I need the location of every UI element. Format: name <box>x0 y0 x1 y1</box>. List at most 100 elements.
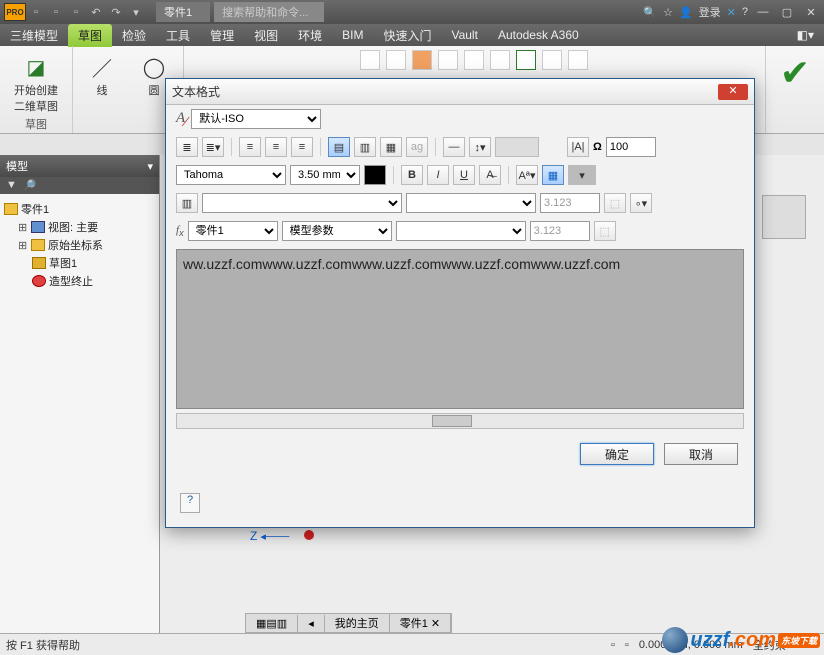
param-name-select[interactable] <box>406 193 536 213</box>
deg-button[interactable]: ∘▾ <box>630 193 652 213</box>
ok-button[interactable]: 确定 <box>580 443 654 465</box>
param-category-select[interactable] <box>202 193 402 213</box>
help-search-input[interactable]: 搜索帮助和命令... <box>214 2 324 22</box>
status-icon[interactable]: ▫ <box>625 639 629 651</box>
insert-fx-button[interactable]: ⬚ <box>594 221 616 241</box>
valign-top-button[interactable]: ▤ <box>328 137 350 157</box>
help-icon[interactable]: ? <box>742 6 748 18</box>
filter-icon[interactable]: ▼ <box>6 179 17 192</box>
tab-tools[interactable]: 工具 <box>156 24 200 47</box>
qat-undo-icon[interactable]: ↶ <box>87 3 105 21</box>
restore-button[interactable]: ▢ <box>778 6 796 19</box>
text-style-select[interactable]: 默认-ISO <box>191 109 321 129</box>
valign-bot-button[interactable]: ▦ <box>380 137 402 157</box>
tab-nav-prev[interactable]: ◂ <box>298 615 325 632</box>
model-panel-dropdown-icon[interactable]: ▾ <box>147 160 153 173</box>
tab-bim[interactable]: BIM <box>332 25 373 45</box>
dialog-titlebar[interactable]: 文本格式 ✕ <box>166 79 754 105</box>
param-type-select[interactable]: 模型参数 <box>282 221 392 241</box>
text-color-swatch[interactable] <box>364 165 386 185</box>
login-link[interactable]: 登录 <box>699 4 721 20</box>
number-list-button[interactable]: ≣▾ <box>202 137 224 157</box>
case-button[interactable]: Aª▾ <box>516 165 538 185</box>
qat-redo-icon[interactable]: ↷ <box>107 3 125 21</box>
tab-getstarted[interactable]: 快速入门 <box>373 24 441 47</box>
rotate-icon[interactable] <box>490 50 510 70</box>
tab-vault[interactable]: Vault <box>441 25 487 45</box>
star-icon[interactable]: ☆ <box>663 6 673 19</box>
close-button[interactable]: ✕ <box>802 6 820 19</box>
source-part-select[interactable]: 零件1 <box>188 221 278 241</box>
ribbon-collapse-icon[interactable]: ◧▾ <box>787 25 824 45</box>
pattern-icon[interactable] <box>568 50 588 70</box>
bg-button[interactable]: ag <box>406 137 428 157</box>
constraint-icon[interactable] <box>542 50 562 70</box>
text-content-area[interactable]: ww.uzzf.comwww.uzzf.comwww.uzzf.comwww.u… <box>176 249 744 409</box>
dimension-icon[interactable] <box>516 50 536 70</box>
tree-end[interactable]: 造型终止 <box>4 272 155 290</box>
qat-more-icon[interactable]: ▾ <box>127 3 145 21</box>
tab-sketch[interactable]: 草图 <box>68 24 112 47</box>
line-spacing-button[interactable]: — <box>443 137 465 157</box>
horizontal-scrollbar[interactable] <box>176 413 744 429</box>
tab-3dmodel[interactable]: 三维模型 <box>0 24 68 47</box>
dialog-help-button[interactable]: ? <box>180 493 200 513</box>
tab-home[interactable]: 我的主页 <box>325 613 390 633</box>
user-icon[interactable]: 👤 <box>679 6 693 19</box>
fillet-icon[interactable] <box>386 50 406 70</box>
x-icon[interactable]: ✕ <box>727 6 736 19</box>
qat-save-icon[interactable]: ▫ <box>67 3 85 21</box>
tab-inspect[interactable]: 检验 <box>112 24 156 47</box>
highlight-button[interactable]: ▦ <box>542 165 564 185</box>
strike-button[interactable]: A̶ <box>479 165 501 185</box>
expand-icon[interactable]: ⊞ <box>18 239 28 252</box>
cancel-button[interactable]: 取消 <box>664 443 738 465</box>
tab-view[interactable]: 视图 <box>244 24 288 47</box>
valign-mid-button[interactable]: ▥ <box>354 137 376 157</box>
binoculars-icon[interactable]: 🔎 <box>23 179 37 192</box>
font-select[interactable]: Tahoma <box>176 165 286 185</box>
bold-button[interactable]: B <box>401 165 423 185</box>
tab-layout-icons[interactable]: ▦▤▥ <box>246 615 298 632</box>
precision2-input[interactable] <box>530 221 590 241</box>
insert-param-button[interactable]: ⬚ <box>604 193 626 213</box>
precision1-input[interactable] <box>540 193 600 213</box>
column-icon[interactable]: ▥ <box>176 193 198 213</box>
copy-icon[interactable] <box>464 50 484 70</box>
finish-sketch-button[interactable]: ✔ <box>774 50 816 96</box>
qat-new-icon[interactable]: ▫ <box>27 3 45 21</box>
document-tab[interactable]: 零件1 <box>156 2 210 22</box>
viewcube[interactable] <box>762 195 806 239</box>
start-sketch-button[interactable]: ◪ 开始创建 二维草图 <box>8 50 64 116</box>
tab-part1[interactable]: 零件1 ✕ <box>390 613 451 633</box>
line-button[interactable]: ／线 <box>81 50 123 100</box>
bullet-list-button[interactable]: ≣ <box>176 137 198 157</box>
fill-color-button[interactable]: ▾ <box>568 165 596 185</box>
stretch-input[interactable] <box>606 137 656 157</box>
underline-button[interactable]: U <box>453 165 475 185</box>
italic-button[interactable]: I <box>427 165 449 185</box>
align-right-button[interactable]: ≡ <box>291 137 313 157</box>
size-select[interactable]: 3.50 mm <box>290 165 360 185</box>
project-icon[interactable] <box>412 50 432 70</box>
move-icon[interactable] <box>438 50 458 70</box>
expand-icon[interactable]: ⊞ <box>18 221 28 234</box>
qat-open-icon[interactable]: ▫ <box>47 3 65 21</box>
align-center-button[interactable]: ≡ <box>265 137 287 157</box>
param-value-select[interactable] <box>396 221 526 241</box>
align-left-button[interactable]: ≡ <box>239 137 261 157</box>
tab-manage[interactable]: 管理 <box>200 24 244 47</box>
tree-root[interactable]: 零件1 <box>4 200 155 218</box>
spacing-dropdown[interactable]: ↕▾ <box>469 137 491 157</box>
rect-icon[interactable] <box>360 50 380 70</box>
app-icon[interactable]: PRO <box>4 3 26 21</box>
dialog-close-button[interactable]: ✕ <box>718 84 748 100</box>
scrollbar-thumb[interactable] <box>432 415 472 427</box>
tree-view[interactable]: ⊞ 视图: 主要 <box>4 218 155 236</box>
tree-origin[interactable]: ⊞原始坐标系 <box>4 236 155 254</box>
minimize-button[interactable]: — <box>754 6 772 18</box>
width-swatch[interactable] <box>495 137 539 157</box>
status-icon[interactable]: ▫ <box>611 639 615 651</box>
tab-a360[interactable]: Autodesk A360 <box>488 25 589 45</box>
search-go-icon[interactable]: 🔍 <box>643 6 657 19</box>
